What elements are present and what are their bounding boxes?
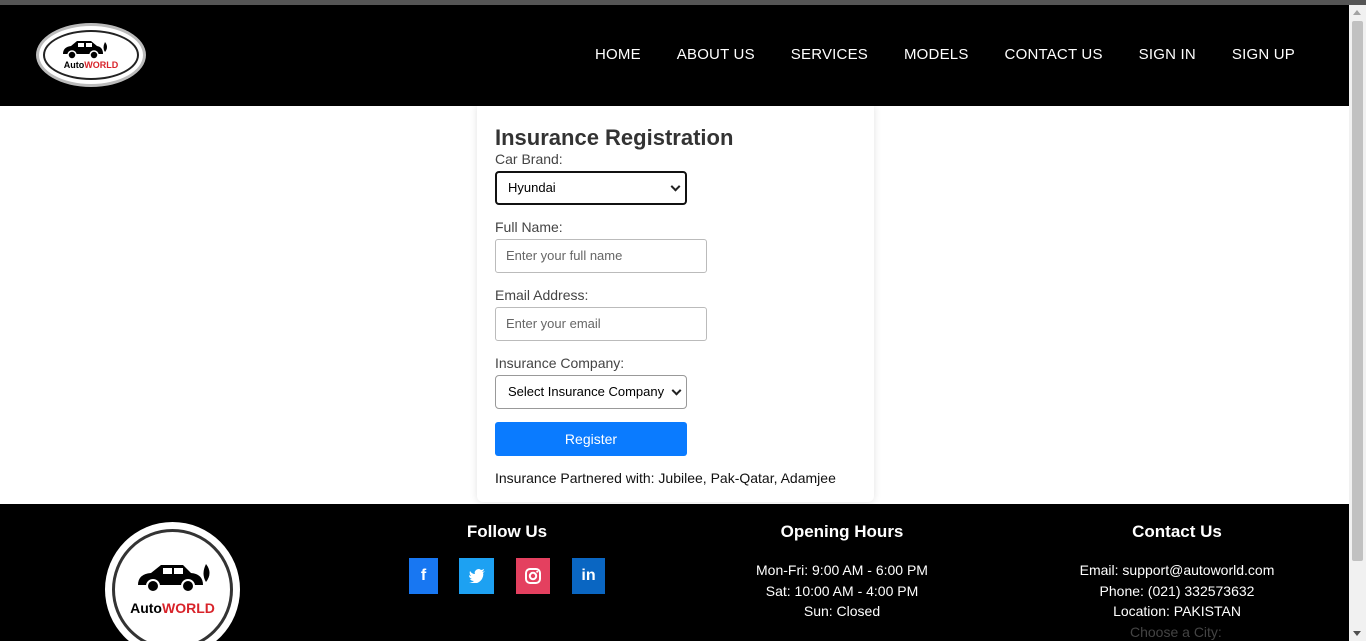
scrollbar-thumb[interactable] bbox=[1352, 21, 1363, 561]
scroll-up-icon[interactable] bbox=[1353, 10, 1361, 15]
twitter-icon[interactable] bbox=[459, 558, 494, 594]
car-icon bbox=[138, 564, 210, 593]
footer-logo[interactable]: AutoWORLD bbox=[105, 522, 240, 641]
nav-models[interactable]: MODELS bbox=[904, 46, 969, 63]
chevron-down-icon bbox=[670, 181, 681, 192]
instagram-icon[interactable] bbox=[516, 558, 550, 594]
nav-contact-us[interactable]: CONTACT US bbox=[1005, 46, 1103, 63]
nav-sign-up[interactable]: SIGN UP bbox=[1232, 46, 1295, 63]
contact-us-title: Contact Us bbox=[1132, 522, 1222, 541]
car-brand-label: Car Brand: bbox=[495, 151, 563, 167]
facebook-icon[interactable]: f bbox=[409, 558, 438, 594]
scroll-down-icon[interactable] bbox=[1353, 631, 1361, 636]
site-header: AutoWORLD HOME ABOUT US SERVICES MODELS … bbox=[0, 5, 1349, 106]
car-brand-value: Hyundai bbox=[508, 180, 556, 195]
site-logo[interactable]: AutoWORLD bbox=[36, 23, 146, 87]
nav-sign-in[interactable]: SIGN IN bbox=[1139, 46, 1196, 63]
insurance-company-value: Select Insurance Company bbox=[508, 384, 665, 399]
contact-email: Email: support@autoworld.com bbox=[1079, 562, 1275, 578]
opening-hours-list: Mon-Fri: 9:00 AM - 6:00 PM Sat: 10:00 AM… bbox=[722, 560, 962, 622]
register-button[interactable]: Register bbox=[495, 422, 687, 456]
contact-location: Location: PAKISTAN bbox=[1113, 603, 1241, 619]
hours-saturday: Sat: 10:00 AM - 4:00 PM bbox=[765, 582, 919, 599]
hours-weekdays: Mon-Fri: 9:00 AM - 6:00 PM bbox=[756, 562, 928, 578]
insurance-partners-text: Insurance Partnered with: Jubilee, Pak-Q… bbox=[495, 470, 836, 486]
full-name-input[interactable]: Enter your full name bbox=[495, 239, 707, 273]
page-scrollbar[interactable] bbox=[1349, 5, 1366, 641]
hours-sunday: Sun: Closed bbox=[803, 603, 881, 619]
site-footer: AutoWORLD Follow Us f in Opening Hours M… bbox=[0, 504, 1349, 641]
follow-us-title: Follow Us bbox=[466, 522, 548, 541]
contact-phone: Phone: (021) 332573632 bbox=[1099, 582, 1255, 599]
insurance-company-label: Insurance Company: bbox=[495, 355, 625, 371]
choose-city-label: Choose a City: bbox=[1130, 624, 1222, 640]
email-input[interactable]: Enter your email bbox=[495, 307, 707, 341]
linkedin-icon[interactable]: in bbox=[572, 558, 605, 594]
form-title: Insurance Registration bbox=[495, 125, 734, 150]
contact-info-list: Email: support@autoworld.com Phone: (021… bbox=[1047, 560, 1307, 622]
nav-about-us[interactable]: ABOUT US bbox=[677, 46, 755, 63]
chevron-down-icon bbox=[671, 385, 682, 396]
main-nav: HOME ABOUT US SERVICES MODELS CONTACT US… bbox=[595, 46, 1295, 63]
car-icon bbox=[63, 41, 107, 60]
nav-home[interactable]: HOME bbox=[595, 46, 641, 63]
opening-hours-title: Opening Hours bbox=[780, 522, 904, 541]
logo-text: AutoWORLD bbox=[63, 60, 119, 70]
full-name-label: Full Name: bbox=[495, 219, 563, 235]
insurance-company-select[interactable]: Select Insurance Company bbox=[495, 375, 687, 409]
car-brand-select[interactable]: Hyundai bbox=[495, 171, 687, 205]
email-label: Email Address: bbox=[495, 287, 589, 303]
nav-services[interactable]: SERVICES bbox=[791, 46, 868, 63]
insurance-form-card: Insurance Registration Car Brand: Hyunda… bbox=[477, 106, 874, 502]
footer-logo-text: AutoWORLD bbox=[130, 600, 215, 616]
